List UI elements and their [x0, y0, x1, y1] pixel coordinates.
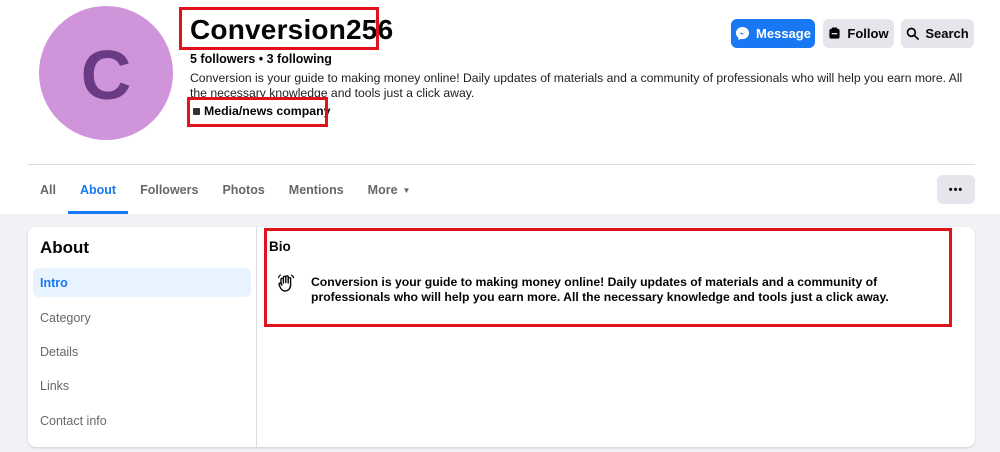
- about-sidebar: About Intro Category Details Links Conta…: [28, 227, 257, 447]
- tab-label: Photos: [222, 183, 265, 197]
- avatar-letter: C: [80, 36, 132, 114]
- message-button[interactable]: Message: [731, 19, 815, 48]
- sidebar-item-links[interactable]: Links: [33, 371, 251, 400]
- sidebar-item-intro[interactable]: Intro: [33, 268, 251, 297]
- tab-all[interactable]: All: [28, 166, 68, 214]
- profile-tabs: All About Followers Photos Mentions More…: [28, 166, 422, 214]
- follow-button[interactable]: Follow: [823, 19, 894, 48]
- page-title: Conversion256: [190, 14, 394, 45]
- bio-text: Conversion is your guide to making money…: [311, 275, 889, 304]
- bio-title: Bio: [269, 239, 291, 254]
- sidebar-item-details[interactable]: Details: [33, 337, 251, 366]
- sidebar-item-label: Intro: [40, 275, 68, 290]
- sidebar-item-contact-info[interactable]: Contact info: [33, 406, 251, 435]
- about-heading: About: [40, 238, 90, 257]
- search-button-label: Search: [925, 26, 969, 41]
- tab-label: Mentions: [288, 183, 344, 197]
- tab-more[interactable]: More ▼: [356, 166, 423, 214]
- about-card: About Intro Category Details Links Conta…: [28, 227, 975, 447]
- profile-description: Conversion is your guide to making money…: [190, 71, 963, 100]
- sidebar-item-label: Links: [40, 378, 70, 393]
- sidebar-item-label: Category: [40, 310, 91, 325]
- header-divider: [28, 164, 975, 165]
- follow-icon: [829, 27, 841, 39]
- tab-followers[interactable]: Followers: [128, 166, 210, 214]
- sidebar-item-label: Details: [40, 344, 79, 359]
- tab-photos[interactable]: Photos: [210, 166, 276, 214]
- follow-button-label: Follow: [847, 26, 889, 41]
- avatar[interactable]: C: [39, 6, 173, 140]
- tab-label: About: [79, 183, 117, 197]
- follow-stats[interactable]: 5 followers • 3 following: [190, 52, 332, 66]
- search-icon: [906, 27, 920, 40]
- caret-down-icon: ▼: [402, 185, 411, 195]
- sidebar-item-label: Contact info: [40, 413, 107, 428]
- messenger-icon: [735, 26, 750, 41]
- tab-label: Followers: [140, 183, 199, 197]
- waving-hand-icon: [277, 274, 295, 292]
- category-label: Media/news company: [204, 104, 331, 118]
- tab-label: More: [367, 183, 398, 197]
- profile-header: C Conversion256 5 followers • 3 followin…: [0, 0, 1000, 214]
- tab-mentions[interactable]: Mentions: [277, 166, 356, 214]
- tab-about[interactable]: About: [67, 166, 129, 214]
- category-row: Media/news company: [193, 104, 330, 118]
- sidebar-item-category[interactable]: Category: [33, 303, 251, 332]
- category-icon: [193, 107, 200, 115]
- tab-label: All: [40, 183, 56, 197]
- more-options-button[interactable]: •••: [937, 175, 975, 204]
- message-button-label: Message: [756, 26, 811, 41]
- search-button[interactable]: Search: [901, 19, 974, 48]
